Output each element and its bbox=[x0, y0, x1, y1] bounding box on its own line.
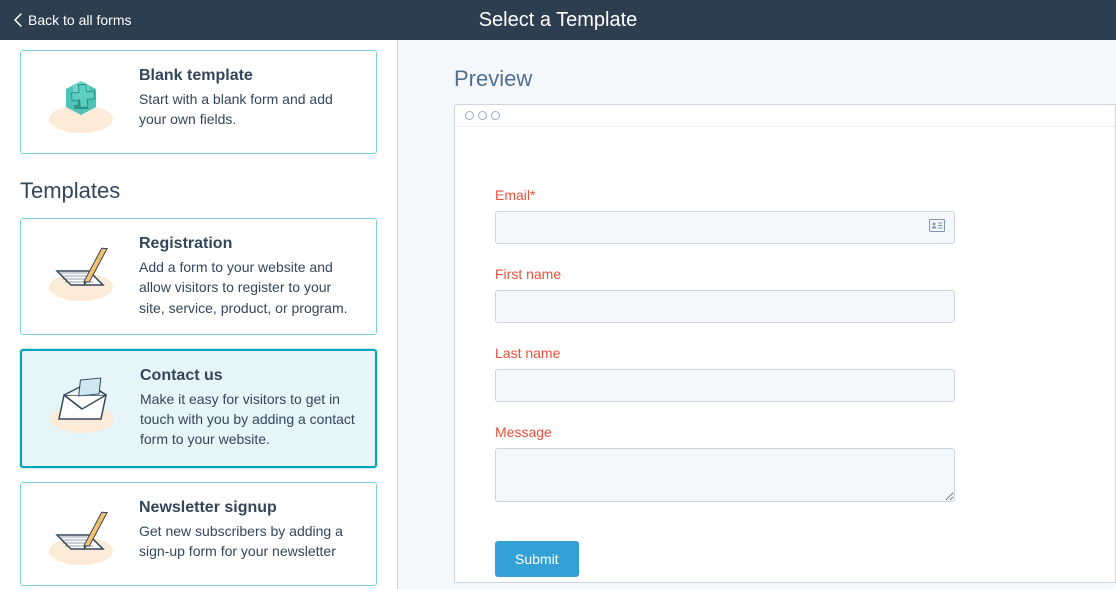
contact-card-icon bbox=[929, 219, 945, 237]
registration-icon bbox=[39, 235, 123, 305]
card-title: Blank template bbox=[139, 67, 358, 85]
card-desc: Make it easy for visitors to get in touc… bbox=[140, 389, 357, 450]
submit-button[interactable]: Submit bbox=[495, 541, 579, 577]
window-dot bbox=[491, 111, 500, 120]
field-label: Last name bbox=[495, 345, 955, 361]
templates-heading: Templates bbox=[20, 178, 377, 204]
field-label: Email* bbox=[495, 187, 955, 203]
card-desc: Add a form to your website and allow vis… bbox=[139, 257, 358, 318]
preview-heading: Preview bbox=[454, 66, 1116, 92]
newsletter-icon bbox=[39, 499, 123, 569]
form-field-last-name: Last name bbox=[495, 345, 955, 402]
window-dot bbox=[478, 111, 487, 120]
browser-mock: Email* First name Last name bbox=[454, 104, 1116, 583]
card-desc: Start with a blank form and add your own… bbox=[139, 89, 358, 130]
card-title: Newsletter signup bbox=[139, 499, 358, 517]
form-field-email: Email* bbox=[495, 187, 955, 244]
field-label: First name bbox=[495, 266, 955, 282]
message-textarea[interactable] bbox=[495, 448, 955, 502]
page-title: Select a Template bbox=[479, 9, 638, 32]
form-preview: Email* First name Last name bbox=[455, 127, 995, 589]
contact-us-icon bbox=[40, 367, 124, 437]
card-title: Contact us bbox=[140, 367, 357, 385]
preview-area: Preview Email* First n bbox=[398, 40, 1116, 589]
email-input[interactable] bbox=[495, 211, 955, 244]
template-card-blank[interactable]: Blank template Start with a blank form a… bbox=[20, 50, 377, 154]
last-name-input[interactable] bbox=[495, 369, 955, 402]
field-label: Message bbox=[495, 424, 955, 440]
template-card-contact-us[interactable]: Contact us Make it easy for visitors to … bbox=[20, 349, 377, 468]
topbar: Back to all forms Select a Template bbox=[0, 0, 1116, 40]
template-card-registration[interactable]: Registration Add a form to your website … bbox=[20, 218, 377, 335]
browser-dots bbox=[455, 105, 1115, 127]
form-field-first-name: First name bbox=[495, 266, 955, 323]
card-desc: Get new subscribers by adding a sign-up … bbox=[139, 521, 358, 562]
sidebar: Blank template Start with a blank form a… bbox=[0, 40, 398, 589]
window-dot bbox=[465, 111, 474, 120]
main: Blank template Start with a blank form a… bbox=[0, 40, 1116, 589]
form-field-message: Message bbox=[495, 424, 955, 507]
back-label: Back to all forms bbox=[28, 12, 131, 28]
chevron-left-icon bbox=[14, 13, 22, 27]
blank-template-icon bbox=[39, 67, 123, 137]
card-title: Registration bbox=[139, 235, 358, 253]
template-card-newsletter[interactable]: Newsletter signup Get new subscribers by… bbox=[20, 482, 377, 586]
first-name-input[interactable] bbox=[495, 290, 955, 323]
back-to-forms-link[interactable]: Back to all forms bbox=[0, 12, 145, 28]
